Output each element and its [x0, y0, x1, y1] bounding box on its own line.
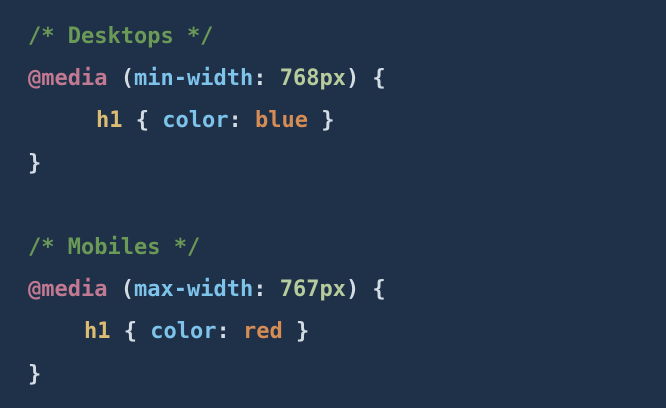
token-property: max-width — [133, 277, 254, 303]
code-block: /* Desktops */@media (min-width: 768px) … — [0, 0, 666, 408]
code-line: /* Desktops */ — [28, 16, 666, 58]
code-line: @media (min-width: 768px) { — [28, 58, 666, 100]
token-punctuation: } — [28, 150, 42, 176]
token-number: 768px — [279, 66, 346, 92]
token-punctuation: } — [28, 361, 42, 387]
token-punctuation: : — [253, 277, 280, 303]
token-value: blue — [254, 108, 308, 134]
token-punctuation: } — [282, 319, 310, 345]
token-at-rule: @media — [28, 277, 108, 303]
token-comment: /* Desktops */ — [28, 24, 214, 49]
token-punctuation: : — [228, 108, 255, 134]
code-line: } — [28, 354, 666, 396]
code-line: /* Mobiles */ — [28, 227, 666, 269]
token-punctuation: : — [216, 319, 243, 345]
token-selector: h1 — [84, 319, 111, 345]
token-value: red — [242, 319, 283, 345]
token-punctuation: ) { — [345, 277, 386, 303]
token-punctuation: ( — [107, 277, 134, 303]
token-punctuation: { — [110, 319, 151, 345]
token-punctuation: : — [253, 66, 280, 92]
token-punctuation: } — [307, 108, 335, 134]
token-punctuation: ) { — [345, 66, 386, 92]
code-line: h1 { color: blue } — [28, 100, 666, 142]
token-punctuation: { — [122, 108, 163, 134]
token-number: 767px — [279, 277, 346, 303]
token-selector: h1 — [96, 108, 123, 134]
token-punctuation: ( — [107, 66, 134, 92]
token-property: color — [162, 108, 229, 134]
token-property: color — [150, 319, 217, 345]
token-at-rule: @media — [28, 66, 108, 92]
token-property: min-width — [133, 66, 254, 92]
code-line: } — [28, 143, 666, 185]
code-line: h1 { color: red } — [28, 311, 666, 353]
token-comment: /* Mobiles */ — [28, 234, 201, 260]
code-line: @media (max-width: 767px) { — [28, 269, 666, 311]
